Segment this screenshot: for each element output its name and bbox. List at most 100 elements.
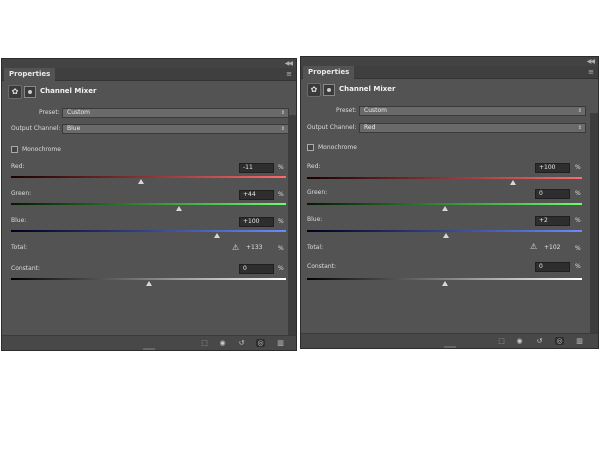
reset-icon[interactable]: ↺ [535, 337, 544, 345]
panel-footer: ⬚ ◉ ↺ ◎ ▥ [301, 333, 598, 348]
green-slider-thumb[interactable] [441, 206, 448, 211]
chevron-updown-icon: ⇕ [280, 110, 285, 116]
blue-slider-thumb[interactable] [214, 233, 221, 238]
constant-slider-track[interactable] [11, 278, 286, 280]
tab-properties[interactable]: Properties [303, 66, 355, 79]
preset-select[interactable]: Custom ⇕ [62, 108, 289, 118]
green-value-input[interactable]: +44 [239, 190, 274, 200]
chevron-updown-icon: ⇕ [577, 125, 582, 131]
output-channel-select[interactable]: Blue ⇕ [62, 124, 289, 134]
adjustment-layer-icon: ✿ [307, 83, 321, 97]
constant-value-input[interactable]: 0 [535, 262, 570, 272]
output-channel-value: Blue [67, 125, 81, 132]
green-label: Green: [307, 189, 328, 196]
monochrome-label: Monochrome [22, 146, 61, 153]
red-slider-track[interactable] [307, 177, 582, 179]
preset-label: Preset: [39, 109, 60, 116]
total-percent: % [278, 245, 284, 252]
properties-panel-right: ◀◀ Properties ≡ ✿ Channel Mixer Preset: … [300, 56, 599, 349]
panel-scrollbar[interactable] [288, 115, 296, 337]
monochrome-checkbox[interactable] [307, 144, 314, 151]
output-channel-label: Output Channel: [307, 124, 357, 131]
red-percent: % [278, 164, 284, 171]
blue-percent: % [575, 217, 581, 224]
total-label: Total: [307, 244, 324, 251]
constant-slider-thumb[interactable] [441, 281, 448, 286]
adjustment-layer-icon: ✿ [8, 85, 22, 99]
total-percent: % [575, 245, 581, 252]
clip-to-layer-icon[interactable]: ⬚ [200, 339, 209, 347]
constant-slider-track[interactable] [307, 278, 582, 280]
output-channel-value: Red [364, 124, 376, 131]
output-channel-select[interactable]: Red ⇕ [359, 123, 586, 133]
preset-select[interactable]: Custom ⇕ [359, 106, 586, 116]
red-slider-thumb[interactable] [510, 180, 517, 185]
constant-percent: % [575, 263, 581, 270]
trash-icon[interactable]: ▥ [575, 337, 584, 345]
constant-percent: % [278, 265, 284, 272]
green-slider-track[interactable] [307, 203, 582, 205]
panel-footer: ⬚ ◉ ↺ ◎ ▥ [2, 335, 296, 350]
red-label: Red: [11, 163, 25, 170]
green-percent: % [278, 191, 284, 198]
blue-value-input[interactable]: +2 [535, 216, 570, 226]
panel-menu-icon[interactable]: ≡ [286, 70, 292, 78]
monochrome-checkbox[interactable] [11, 146, 18, 153]
resize-grip[interactable] [143, 348, 155, 350]
resize-grip[interactable] [443, 346, 456, 348]
monochrome-label: Monochrome [318, 144, 357, 151]
red-slider-thumb[interactable] [137, 179, 144, 184]
green-label: Green: [11, 190, 32, 197]
total-value: +102 [544, 244, 561, 251]
panel-topbar: ◀◀ [301, 57, 598, 66]
mask-icon[interactable] [24, 86, 36, 98]
properties-panel-left: ◀◀ Properties ≡ ✿ Channel Mixer Preset: … [1, 58, 297, 351]
total-value: +133 [246, 244, 263, 251]
eye-icon[interactable]: ◎ [256, 339, 265, 347]
blue-label: Blue: [11, 217, 27, 224]
blue-label: Blue: [307, 216, 323, 223]
trash-icon[interactable]: ▥ [276, 339, 285, 347]
constant-value-input[interactable]: 0 [239, 264, 274, 274]
warning-triangle-icon: ⚠ [530, 242, 538, 251]
green-value-input[interactable]: 0 [535, 189, 570, 199]
output-channel-label: Output Channel: [11, 125, 61, 132]
double-arrow-icon[interactable]: ◀◀ [587, 57, 595, 66]
green-slider-track[interactable] [11, 203, 286, 205]
blue-slider-track[interactable] [307, 230, 582, 232]
tab-properties[interactable]: Properties [4, 68, 56, 81]
preset-label: Preset: [336, 107, 357, 114]
red-percent: % [575, 164, 581, 171]
total-label: Total: [11, 244, 28, 251]
chevron-updown-icon: ⇕ [280, 126, 285, 132]
clip-to-layer-icon[interactable]: ⬚ [497, 337, 506, 345]
red-value-input[interactable]: -11 [239, 163, 274, 173]
constant-slider-thumb[interactable] [145, 281, 152, 286]
green-slider-thumb[interactable] [175, 206, 182, 211]
blue-percent: % [278, 218, 284, 225]
blue-slider-track[interactable] [11, 230, 286, 232]
view-previous-icon[interactable]: ◉ [218, 339, 227, 347]
reset-icon[interactable]: ↺ [237, 339, 246, 347]
preset-value: Custom [364, 107, 387, 114]
constant-label: Constant: [307, 263, 336, 270]
mask-icon[interactable] [323, 84, 335, 96]
panel-title: Channel Mixer [40, 87, 97, 95]
constant-label: Constant: [11, 265, 40, 272]
tab-row: Properties ≡ [301, 66, 598, 79]
green-percent: % [575, 190, 581, 197]
panel-title: Channel Mixer [339, 85, 396, 93]
warning-triangle-icon: ⚠ [232, 243, 240, 252]
blue-slider-thumb[interactable] [442, 233, 449, 238]
blue-value-input[interactable]: +100 [239, 217, 274, 227]
view-previous-icon[interactable]: ◉ [515, 337, 524, 345]
eye-icon[interactable]: ◎ [555, 337, 564, 345]
tab-row: Properties ≡ [2, 68, 296, 81]
red-slider-track[interactable] [11, 176, 286, 178]
red-label: Red: [307, 163, 321, 170]
panel-menu-icon[interactable]: ≡ [588, 68, 594, 76]
panel-scrollbar[interactable] [590, 113, 598, 335]
double-arrow-icon[interactable]: ◀◀ [285, 59, 293, 68]
panel-topbar: ◀◀ [2, 59, 296, 68]
red-value-input[interactable]: +100 [535, 163, 570, 173]
